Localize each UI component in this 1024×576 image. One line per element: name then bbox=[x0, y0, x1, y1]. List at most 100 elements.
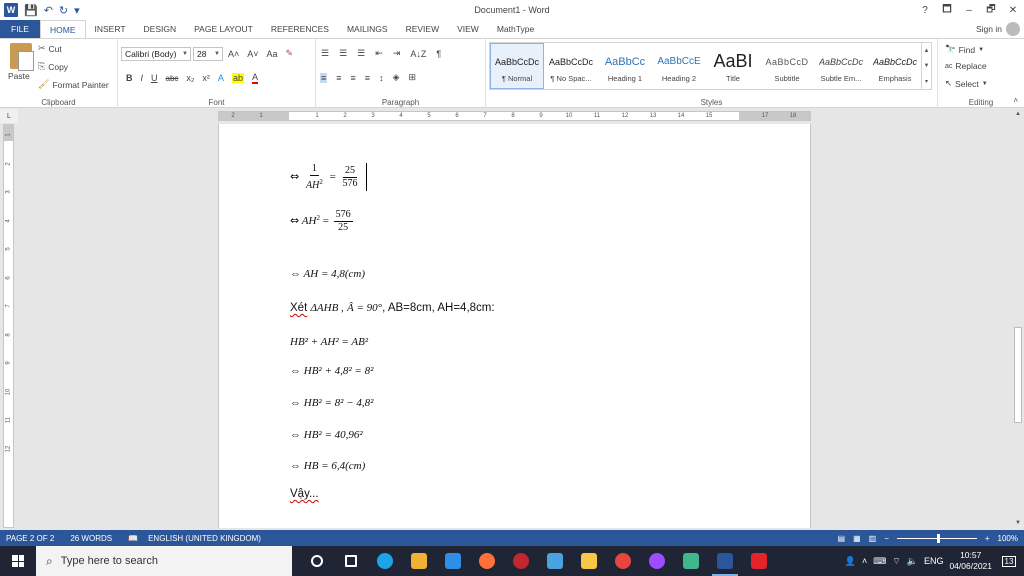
widgets-icon[interactable] bbox=[334, 546, 368, 576]
minimize-button[interactable]: – bbox=[958, 0, 980, 20]
font-family-select[interactable]: Calibri (Body) ▼ bbox=[121, 47, 191, 61]
decrease-indent-icon[interactable]: ⇤ bbox=[375, 48, 383, 59]
word-count[interactable]: 26 WORDS bbox=[64, 534, 122, 543]
messenger-icon[interactable] bbox=[640, 546, 674, 576]
zoom-level[interactable]: 100% bbox=[998, 534, 1018, 543]
bold-button[interactable]: B bbox=[126, 73, 133, 83]
sort-icon[interactable]: A↓Z bbox=[410, 49, 426, 59]
align-center-icon[interactable]: ≡ bbox=[336, 73, 341, 83]
chrome-icon[interactable] bbox=[606, 546, 640, 576]
style-heading-2[interactable]: AaBbCcE Heading 2 bbox=[652, 43, 706, 89]
tab-review[interactable]: REVIEW bbox=[397, 20, 449, 38]
notifications-icon[interactable]: 13 bbox=[998, 550, 1020, 572]
customize-toolbar-icon[interactable]: ▾ bbox=[74, 4, 80, 17]
equation-line-6[interactable]: ⇔ HB² + 4,8² = 8² bbox=[290, 365, 373, 377]
sign-in-link[interactable]: Sign in bbox=[976, 24, 1002, 34]
text-line-xet[interactable]: Xét ΔAHB , Â = 90°, AB=8cm, AH=4,8cm: bbox=[290, 302, 495, 314]
undo-icon[interactable]: ↶ bbox=[44, 4, 53, 17]
horizontal-ruler[interactable]: 2 1 1 2 3 4 5 6 7 8 9 10 11 12 13 14 15 17 18 bbox=[218, 111, 811, 121]
tab-page-layout[interactable]: PAGE LAYOUT bbox=[185, 20, 262, 38]
start-button[interactable] bbox=[0, 546, 36, 576]
zoom-slider[interactable] bbox=[896, 533, 977, 543]
help-button[interactable]: ? bbox=[914, 0, 936, 20]
tab-selector[interactable]: L bbox=[0, 109, 18, 123]
mail-icon[interactable] bbox=[436, 546, 470, 576]
zoom-out-button[interactable]: − bbox=[884, 534, 889, 543]
font-size-select[interactable]: 28 ▼ bbox=[193, 47, 223, 61]
collapse-ribbon-icon[interactable]: ˄ bbox=[1013, 96, 1018, 105]
style-subtitle[interactable]: AaBbCcD Subtitle bbox=[760, 43, 814, 89]
spelling-error[interactable]: Xét bbox=[290, 302, 307, 314]
increase-indent-icon[interactable]: ⇥ bbox=[393, 48, 401, 59]
tab-file[interactable]: FILE bbox=[0, 20, 40, 38]
volume-icon[interactable]: 🔈 bbox=[907, 556, 918, 567]
language-indicator[interactable]: ENGLISH (UNITED KINGDOM) bbox=[142, 534, 271, 543]
underline-button[interactable]: U bbox=[151, 73, 158, 83]
app-color-icon[interactable] bbox=[538, 546, 572, 576]
style-emphasis[interactable]: AaBbCcDc Emphasis bbox=[868, 43, 922, 89]
app-red-icon[interactable] bbox=[504, 546, 538, 576]
read-mode-icon[interactable]: ▤ bbox=[838, 534, 846, 543]
subscript-button[interactable]: x₂ bbox=[186, 73, 194, 83]
shrink-font-button[interactable]: A˅ bbox=[247, 49, 258, 59]
word-icon[interactable] bbox=[708, 546, 742, 576]
styles-scroll[interactable]: ▲ ▼ ▾ bbox=[921, 43, 931, 89]
edge-icon[interactable] bbox=[368, 546, 402, 576]
style-title[interactable]: AaBI Title bbox=[706, 43, 760, 89]
avatar[interactable] bbox=[1006, 22, 1020, 36]
tab-references[interactable]: REFERENCES bbox=[262, 20, 338, 38]
ribbon-display-options-button[interactable]: 🗖 bbox=[936, 0, 958, 20]
shading-icon[interactable]: ◈ bbox=[393, 72, 400, 83]
text-effects-icon[interactable]: A bbox=[218, 73, 224, 83]
scrollbar-thumb[interactable] bbox=[1014, 327, 1022, 423]
tray-overflow-icon[interactable]: ˄ bbox=[862, 556, 867, 566]
scroll-up-icon[interactable]: ▲ bbox=[1012, 111, 1024, 117]
explorer-icon[interactable] bbox=[572, 546, 606, 576]
input-method-icon[interactable]: ⌨ bbox=[873, 556, 886, 567]
task-view-icon[interactable] bbox=[300, 546, 334, 576]
align-right-icon[interactable]: ≡ bbox=[351, 73, 356, 83]
replace-button[interactable]: ac Replace bbox=[945, 61, 987, 71]
paste-button[interactable]: Paste bbox=[8, 71, 30, 81]
select-button[interactable]: ↖ Select ▼ bbox=[945, 78, 988, 89]
clock[interactable]: 10:57 04/06/2021 bbox=[949, 550, 992, 572]
vertical-scrollbar[interactable]: ▲ ▼ bbox=[1012, 109, 1024, 528]
line-spacing-icon[interactable]: ↕ bbox=[379, 73, 384, 83]
tab-home[interactable]: HOME bbox=[40, 20, 86, 38]
numbering-icon[interactable]: ☰ bbox=[339, 48, 347, 59]
align-left-icon[interactable]: ≡ bbox=[320, 72, 328, 83]
copy-button[interactable]: ⎘ Copy bbox=[38, 61, 68, 72]
store-icon[interactable] bbox=[402, 546, 436, 576]
style-normal[interactable]: AaBbCcDc ¶ Normal bbox=[490, 43, 544, 89]
zoom-in-button[interactable]: + bbox=[985, 534, 990, 543]
proofing-icon[interactable]: 📖 bbox=[122, 534, 142, 543]
clear-formatting-icon[interactable]: ✎ bbox=[286, 48, 294, 59]
show-formatting-icon[interactable]: ¶ bbox=[436, 49, 441, 59]
web-layout-icon[interactable]: ▥ bbox=[869, 534, 877, 543]
find-button[interactable]: 🔭 Find ▼ bbox=[945, 44, 984, 55]
font-color-icon[interactable]: A bbox=[251, 72, 258, 84]
people-icon[interactable]: 👤 bbox=[845, 556, 856, 567]
page-count[interactable]: PAGE 2 OF 2 bbox=[0, 534, 64, 543]
restore-button[interactable]: 🗗 bbox=[980, 0, 1002, 20]
grow-font-button[interactable]: A˄ bbox=[228, 49, 239, 59]
superscript-button[interactable]: x² bbox=[202, 73, 210, 83]
style-no-spac[interactable]: AaBbCcDc ¶ No Spac... bbox=[544, 43, 598, 89]
change-case-button[interactable]: Aa bbox=[267, 49, 278, 59]
borders-icon[interactable]: ⊞ bbox=[408, 72, 416, 83]
firefox-icon[interactable] bbox=[470, 546, 504, 576]
equation-line-8[interactable]: ⇔ HB² = 40,96² bbox=[290, 429, 363, 441]
equation-line-7[interactable]: ⇔ HB² = 8² − 4,8² bbox=[290, 397, 373, 409]
equation-line-9[interactable]: ⇔ HB = 6,4(cm) bbox=[290, 460, 365, 472]
text-line-vay[interactable]: Vậy... bbox=[290, 488, 319, 500]
equation-line-3[interactable]: ⇔ AH = 4,8(cm) bbox=[290, 268, 365, 280]
tab-mailings[interactable]: MAILINGS bbox=[338, 20, 397, 38]
zoom-slider-knob[interactable] bbox=[936, 533, 940, 543]
scroll-down-icon[interactable]: ▼ bbox=[1012, 520, 1024, 526]
save-icon[interactable]: 💾 bbox=[24, 4, 38, 17]
network-icon[interactable]: ⌔ bbox=[892, 556, 900, 567]
print-layout-icon[interactable]: ▦ bbox=[853, 534, 861, 543]
italic-button[interactable]: I bbox=[141, 73, 144, 83]
bullets-icon[interactable]: ☰ bbox=[321, 48, 329, 59]
equation-line-1[interactable]: ⇔ 1 AH2 = 25 576 bbox=[290, 163, 362, 192]
